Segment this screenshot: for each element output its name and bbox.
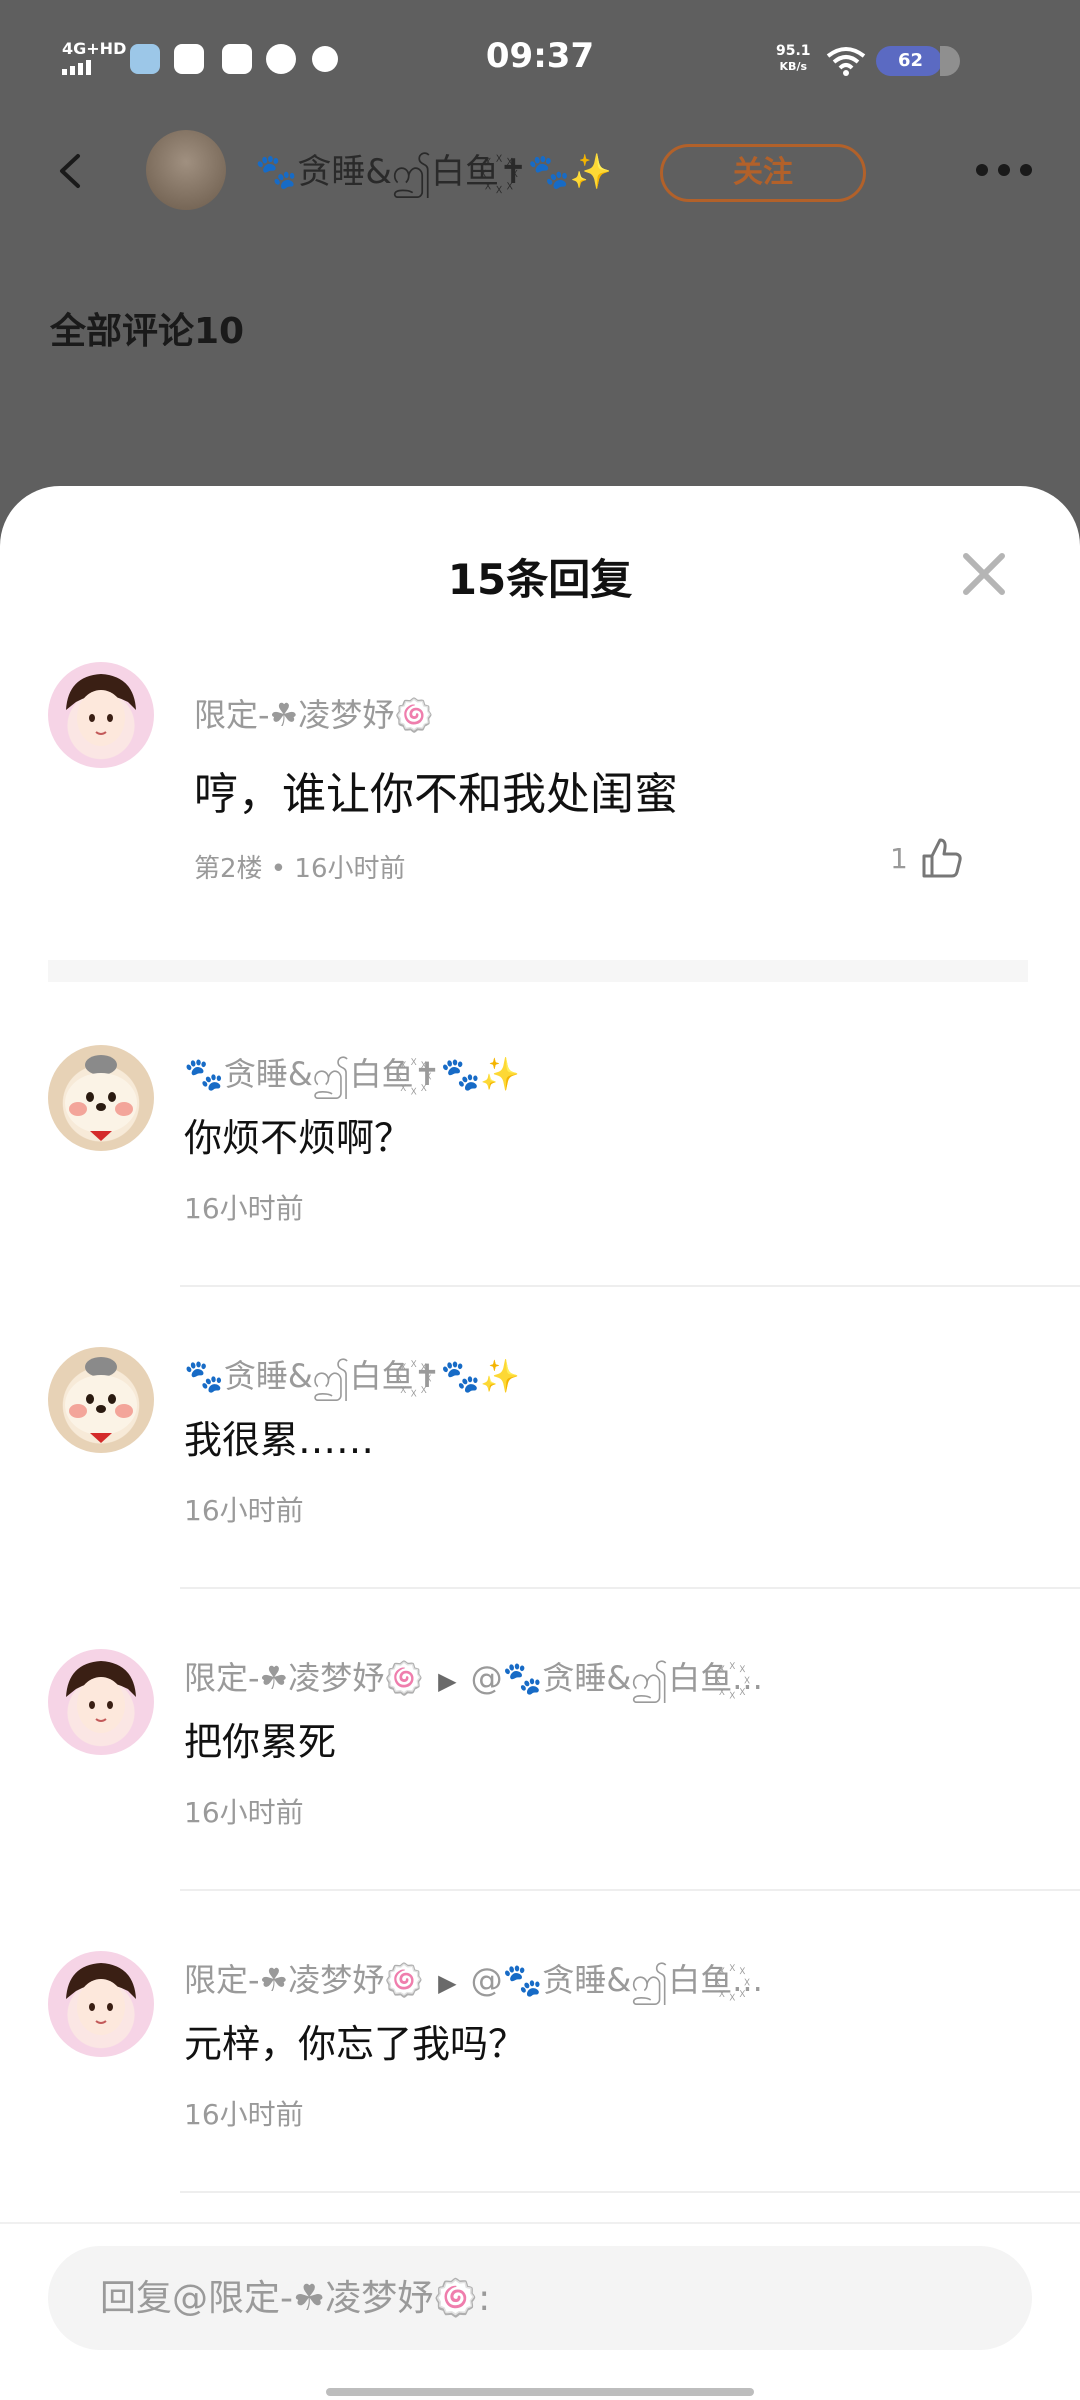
reply-item[interactable]: 🐾贪睡&ဤ白鱼꙰✝🐾✨ 我很累…… 16小时前 — [0, 1347, 1080, 1649]
close-icon[interactable] — [958, 548, 1010, 600]
post-header: 🐾贪睡&ဤ白鱼꙰✝🐾✨ 关注 — [0, 130, 1080, 220]
reply-time: 16小时前 — [184, 1494, 304, 1527]
wifi-icon — [826, 47, 866, 76]
avatar[interactable] — [48, 662, 154, 768]
reply-author-name[interactable]: 🐾贪睡&ဤ白鱼꙰✝🐾✨ — [184, 1055, 520, 1093]
comment-author-name[interactable]: 限定-☘凌梦妤🍥 — [194, 690, 434, 736]
section-divider — [48, 960, 1028, 982]
author-avatar[interactable] — [146, 130, 226, 210]
reply-target[interactable]: @🐾贪睡&ဤ白鱼꙰... — [471, 1961, 763, 1999]
reply-time: 16小时前 — [184, 1796, 304, 1829]
avatar[interactable] — [48, 1347, 154, 1453]
reply-target[interactable]: @🐾贪睡&ဤ白鱼꙰... — [471, 1659, 763, 1697]
all-comments-heading: 全部评论10 — [50, 311, 245, 352]
comment-text: 哼，谁让你不和我处闺蜜 — [194, 769, 678, 820]
status-bar: 4G+HD 09:37 95.1 KB/s 62 — [0, 0, 1080, 120]
network-speed: 95.1 KB/s — [776, 44, 811, 74]
avatar[interactable] — [48, 1951, 154, 2057]
reply-author-name[interactable]: 限定-☘凌梦妤🍥 — [184, 1961, 424, 1999]
reply-author: 限定-☘凌梦妤🍥 ▶ @🐾贪睡&ဤ白鱼꙰... — [184, 1955, 763, 2007]
girl-avatar-icon — [66, 1661, 136, 1733]
reply-text: 把你累死 — [184, 1720, 337, 1764]
home-indicator[interactable] — [326, 2388, 754, 2396]
speed-value: 95.1 — [776, 43, 811, 59]
replies-sheet: 15条回复 限定-☘凌梦妤🍥 哼，谁让你不和我处闺蜜 第2楼 • 16小时前 1… — [0, 486, 1080, 2400]
avatar[interactable] — [48, 1649, 154, 1755]
reply-divider — [180, 2191, 1080, 2193]
follow-button[interactable]: 关注 — [660, 144, 866, 202]
comment-meta: 第2楼 • 16小时前 — [194, 854, 406, 884]
reply-author: 🐾贪睡&ဤ白鱼꙰✝🐾✨ — [184, 1351, 520, 1403]
reply-item[interactable]: 限定-☘凌梦妤🍥 ▶ @🐾贪睡&ဤ白鱼꙰... 把你累死 16小时前 — [0, 1649, 1080, 1951]
reply-input[interactable] — [48, 2246, 1032, 2350]
back-arrow-icon[interactable] — [52, 152, 90, 190]
avatar[interactable] — [48, 1045, 154, 1151]
reply-divider — [180, 1587, 1080, 1589]
reply-bar — [0, 2222, 1080, 2400]
girl-avatar-icon — [66, 1963, 136, 2035]
reply-item[interactable]: 限定-☘凌梦妤🍥 ▶ @🐾贪睡&ဤ白鱼꙰... 元梓，你忘了我吗？ 16小时前 — [0, 1951, 1080, 2253]
reply-author-name[interactable]: 限定-☘凌梦妤🍥 — [184, 1659, 424, 1697]
girl-avatar-icon — [66, 674, 136, 746]
reply-item[interactable]: 🐾贪睡&ဤ白鱼꙰✝🐾✨ 你烦不烦啊？ 16小时前 — [0, 1045, 1080, 1347]
reply-text: 元梓，你忘了我吗？ — [184, 2022, 527, 2066]
reply-divider — [180, 1889, 1080, 1891]
reply-author-name[interactable]: 🐾贪睡&ဤ白鱼꙰✝🐾✨ — [184, 1357, 520, 1395]
dog-avatar-icon — [65, 1357, 137, 1443]
reply-author: 限定-☘凌梦妤🍥 ▶ @🐾贪睡&ဤ白鱼꙰... — [184, 1653, 763, 1705]
dog-avatar-icon — [65, 1055, 137, 1141]
more-options-icon[interactable] — [976, 164, 1032, 176]
reply-time: 16小时前 — [184, 2098, 304, 2131]
reply-time: 16小时前 — [184, 1192, 304, 1225]
reply-divider — [180, 1285, 1080, 1287]
like-count: 1 — [890, 842, 908, 875]
author-name: 🐾贪睡&ဤ白鱼꙰✝🐾✨ — [255, 152, 613, 192]
reply-text: 我很累…… — [184, 1418, 375, 1462]
battery-level: 62 — [898, 50, 924, 71]
sheet-title: 15条回复 — [447, 555, 633, 604]
battery-indicator: 62 — [876, 46, 960, 76]
speed-unit: KB/s — [779, 60, 808, 73]
reply-author: 🐾贪睡&ဤ白鱼꙰✝🐾✨ — [184, 1049, 520, 1101]
thumbs-up-icon[interactable] — [918, 834, 966, 882]
reply-text: 你烦不烦啊？ — [184, 1116, 413, 1160]
reply-to-arrow-icon: ▶ — [438, 1969, 457, 1997]
reply-to-arrow-icon: ▶ — [438, 1667, 457, 1695]
